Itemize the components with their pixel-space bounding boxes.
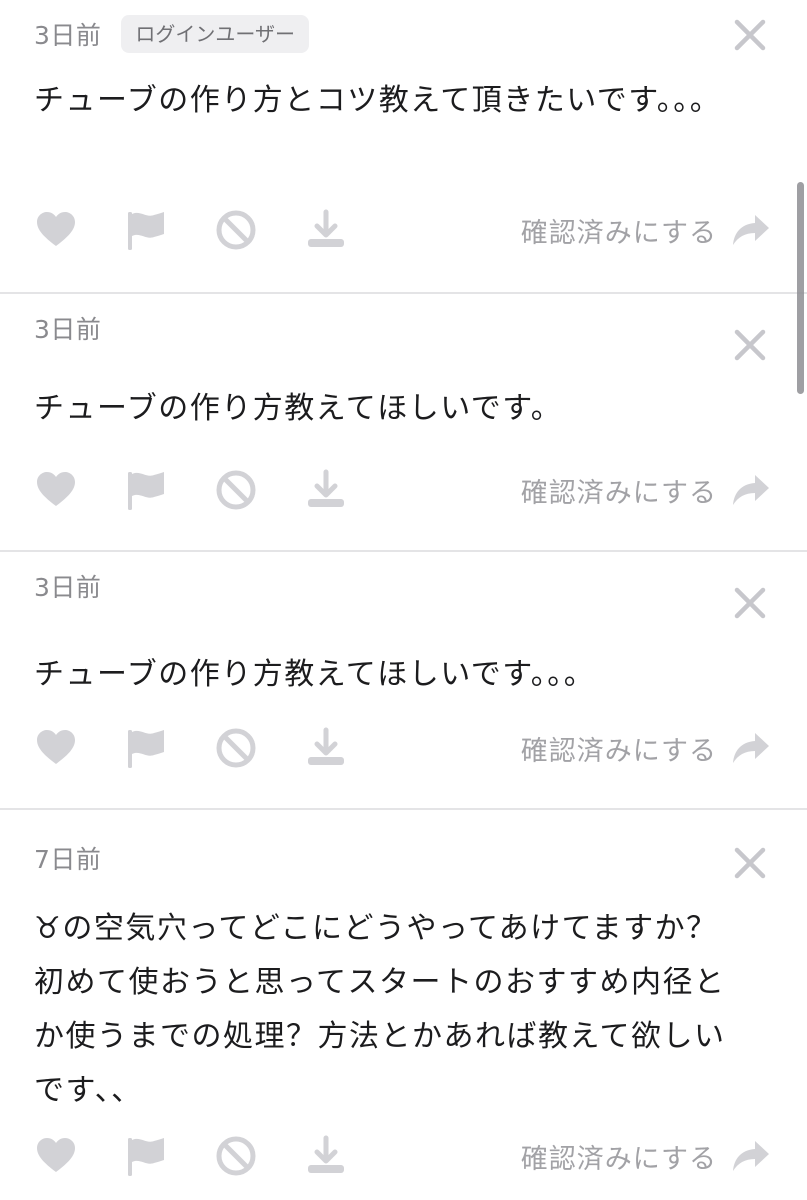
post-body: チューブの作り方教えてほしいです。。。 [34, 657, 596, 692]
mark-confirmed-label: 確認済みにする [520, 1143, 717, 1175]
post-body: ♉の空気穴ってどこにどうやってあけてますか？初めて使おうと思ってスタートのおすす… [34, 911, 726, 1108]
heart-icon[interactable] [34, 208, 78, 252]
flag-icon[interactable] [124, 208, 168, 252]
post-time: 3日前 [34, 21, 102, 50]
post-time: 3日前 [34, 573, 102, 602]
block-icon[interactable] [214, 208, 258, 252]
mark-confirmed-button[interactable]: 確認済みにする [521, 1132, 771, 1180]
question-card: 3日前 チューブの作り方教えてほしいです。 確認済みにする [0, 294, 807, 552]
question-card: 3日前 チューブの作り方教えてほしいです。。。 確認済みにする [0, 552, 807, 810]
close-icon[interactable] [733, 328, 767, 362]
post-meta: 3日前 ログインユーザー [34, 14, 310, 54]
flag-icon[interactable] [124, 468, 168, 512]
block-icon[interactable] [214, 1134, 258, 1178]
post-meta: 3日前 [34, 566, 101, 606]
question-feed: 3日前 ログインユーザー チューブの作り方とコツ教えて頂きたいです。。。 確認済… [0, 0, 807, 1200]
share-arrow-icon [733, 733, 769, 763]
question-card: 7日前 ♉の空気穴ってどこにどうやってあけてますか？初めて使おうと思ってスタート… [0, 810, 807, 1200]
flag-icon[interactable] [124, 1134, 168, 1178]
mark-confirmed-button[interactable]: 確認済みにする [521, 724, 771, 772]
post-body: チューブの作り方とコツ教えて頂きたいです。。。 [34, 83, 722, 118]
heart-icon[interactable] [34, 726, 78, 770]
close-icon[interactable] [733, 846, 767, 880]
download-icon[interactable] [304, 1134, 348, 1178]
block-icon[interactable] [214, 726, 258, 770]
download-icon[interactable] [304, 208, 348, 252]
download-icon[interactable] [304, 468, 348, 512]
scrollbar-thumb[interactable] [797, 182, 804, 394]
heart-icon[interactable] [34, 468, 78, 512]
post-meta: 3日前 [34, 308, 101, 348]
block-icon[interactable] [214, 468, 258, 512]
post-time: 7日前 [34, 845, 102, 874]
close-icon[interactable] [733, 18, 767, 52]
heart-icon[interactable] [34, 1134, 78, 1178]
post-actions: 確認済みにする [0, 724, 807, 772]
post-time: 3日前 [34, 315, 102, 344]
flag-icon[interactable] [124, 726, 168, 770]
share-arrow-icon [733, 1141, 769, 1171]
share-arrow-icon [733, 215, 769, 245]
share-arrow-icon [733, 475, 769, 505]
post-actions: 確認済みにする [0, 466, 807, 514]
question-card: 3日前 ログインユーザー チューブの作り方とコツ教えて頂きたいです。。。 確認済… [0, 0, 807, 294]
mark-confirmed-label: 確認済みにする [520, 217, 717, 249]
post-body: チューブの作り方教えてほしいです。 [34, 391, 563, 426]
post-meta: 7日前 [34, 838, 101, 878]
post-actions: 確認済みにする [0, 206, 807, 254]
user-badge: ログインユーザー [121, 15, 310, 53]
mark-confirmed-button[interactable]: 確認済みにする [521, 466, 771, 514]
close-icon[interactable] [733, 586, 767, 620]
mark-confirmed-label: 確認済みにする [520, 477, 717, 509]
post-actions: 確認済みにする [0, 1132, 807, 1180]
mark-confirmed-button[interactable]: 確認済みにする [521, 206, 771, 254]
download-icon[interactable] [304, 726, 348, 770]
mark-confirmed-label: 確認済みにする [520, 735, 717, 767]
